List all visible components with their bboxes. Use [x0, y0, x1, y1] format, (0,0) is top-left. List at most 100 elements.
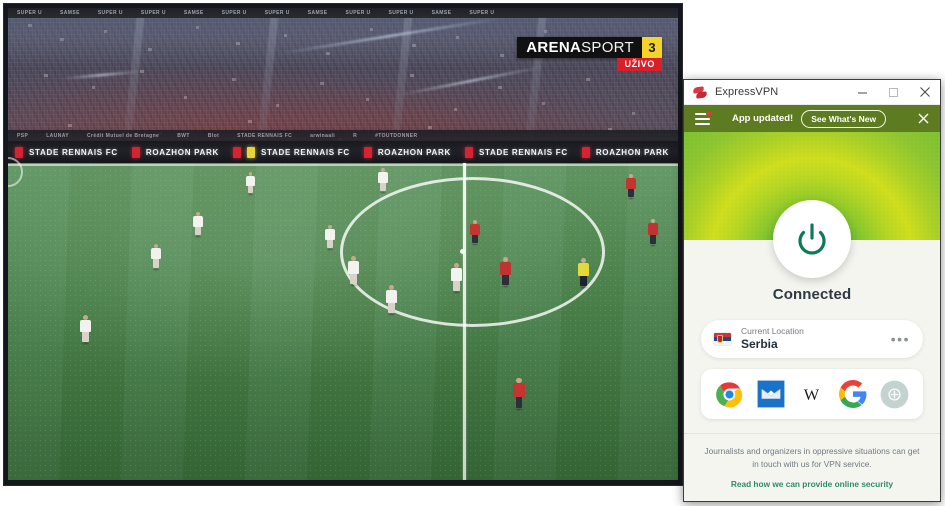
vpn-main-content: Connected Current Location Serbia ••• W …	[684, 200, 940, 501]
led-marker	[581, 146, 590, 158]
vpn-footer: Journalists and organizers in oppressive…	[684, 433, 940, 501]
secondary-ad-item: #TOUTDONNER	[375, 132, 418, 139]
led-segment: STADE RENNAIS FC	[226, 146, 357, 158]
secondary-ad-item: Crédit Mutuel de Bretagne	[87, 132, 160, 139]
center-circle	[340, 177, 605, 327]
upper-ad-item: SUPER U	[221, 10, 247, 16]
maximize-icon[interactable]	[878, 80, 909, 104]
expressvpn-window[interactable]: ExpressVPN App updated! See What's New C…	[683, 79, 941, 502]
shortcut-add[interactable]	[879, 379, 910, 410]
window-controls[interactable]	[847, 80, 940, 104]
upper-ad-item: SUPER U	[140, 10, 166, 16]
google-icon	[839, 380, 867, 408]
secondary-ad-item: R	[353, 132, 358, 139]
upper-ad-item: SUPER U	[388, 10, 414, 16]
upper-ad-item: SUPER U	[17, 10, 43, 16]
power-icon	[798, 223, 826, 255]
upper-ad-item: SUPER U	[345, 10, 371, 16]
location-name: Serbia	[741, 336, 778, 351]
led-marker	[246, 146, 255, 158]
led-marker	[15, 146, 23, 158]
football-pitch	[8, 157, 678, 480]
player-white	[451, 263, 462, 294]
led-marker	[232, 146, 241, 158]
upper-ad-item: SUPER U	[469, 10, 495, 16]
led-text: STADE RENNAIS FC	[260, 147, 350, 157]
serbia-flag-icon	[714, 333, 731, 345]
shortcut-wikipedia[interactable]: W	[796, 379, 827, 410]
player-white	[378, 168, 388, 194]
video-player[interactable]: SUPER U SAMSE SUPER U SUPER U SAMSE SUPE…	[4, 4, 682, 485]
pitch-sideline	[8, 164, 678, 166]
led-perimeter-board: STADE RENNAIS FC ROAZHON PARK STADE RENN…	[8, 141, 678, 163]
update-banner: App updated! See What's New	[684, 105, 940, 132]
wikipedia-icon: W	[804, 384, 820, 403]
player-red	[500, 257, 511, 288]
chrome-icon	[716, 381, 743, 408]
referee	[578, 258, 589, 289]
window-title: ExpressVPN	[715, 86, 779, 98]
upper-ad-item: SAMSE	[431, 10, 452, 16]
sport-text: SPORT	[581, 39, 634, 56]
close-icon[interactable]	[909, 80, 940, 104]
current-location-card[interactable]: Current Location Serbia •••	[701, 320, 923, 358]
center-spot	[460, 249, 465, 254]
player-red	[626, 174, 636, 200]
led-marker	[131, 146, 140, 158]
player-white	[246, 172, 255, 196]
video-surface[interactable]: SUPER U SAMSE SUPER U SUPER U SAMSE SUPE…	[8, 8, 678, 480]
led-segment: ROAZHON PARK	[575, 146, 676, 158]
player-white	[325, 225, 335, 251]
upper-ad-item: SUPER U	[264, 10, 290, 16]
see-whats-new-button[interactable]: See What's New	[801, 109, 887, 128]
player-red	[470, 220, 480, 246]
led-segment: STADE RENNAIS FC	[8, 146, 125, 158]
led-text: ROAZHON PARK	[377, 147, 451, 157]
led-text: ROAZHON PARK	[145, 147, 219, 157]
connection-status: Connected	[772, 286, 852, 303]
player-white	[386, 285, 397, 316]
svg-text:W: W	[804, 384, 820, 403]
location-texts: Current Location Serbia	[741, 326, 804, 352]
led-segment: ROAZHON PARK	[125, 146, 226, 158]
led-marker	[363, 146, 372, 158]
channel-number: 3	[642, 37, 662, 58]
shortcut-mail[interactable]	[755, 379, 786, 410]
screenshot-root: SUPER U SAMSE SUPER U SUPER U SAMSE SUPE…	[0, 0, 945, 506]
led-text: STADE RENNAIS FC	[29, 147, 118, 157]
shortcut-google[interactable]	[838, 379, 869, 410]
location-options-icon[interactable]: •••	[891, 332, 910, 346]
banner-close-icon[interactable]	[917, 112, 930, 125]
window-titlebar[interactable]: ExpressVPN	[684, 80, 940, 105]
led-segment: ROAZHON PARK	[357, 146, 458, 158]
upper-ad-item: SAMSE	[183, 10, 204, 16]
player-white	[193, 212, 203, 238]
add-icon	[880, 380, 909, 408]
upper-ad-item: SUPER U	[97, 10, 123, 16]
location-label: Current Location	[741, 326, 804, 337]
led-text: STADE RENNAIS FC	[478, 147, 568, 157]
upper-ad-item: SAMSE	[60, 10, 80, 16]
player-red	[648, 219, 658, 247]
minimize-icon[interactable]	[847, 80, 878, 104]
arena-text: ARENA	[526, 39, 582, 56]
expressvpn-logo-icon	[692, 85, 708, 99]
banner-message: App updated!	[732, 113, 794, 124]
arena-sport-bar: ARENA SPORT 3	[517, 37, 662, 58]
mail-icon	[757, 380, 785, 408]
arena-sport-wordmark: ARENA SPORT	[517, 37, 642, 58]
led-marker	[464, 146, 473, 158]
footer-link[interactable]: Read how we can provide online security	[702, 479, 922, 489]
shortcut-chrome[interactable]	[714, 379, 745, 410]
hamburger-menu-icon[interactable]	[695, 109, 713, 125]
live-badge: UŽIVO	[617, 58, 662, 71]
led-text: ROAZHON PARK	[595, 147, 669, 157]
broadcaster-logo: ARENA SPORT 3 UŽIVO	[517, 37, 662, 71]
secondary-ad-item: STADE RENNAIS FC	[237, 132, 293, 139]
secondary-ad-item: Blot	[207, 132, 220, 139]
player-white	[348, 256, 359, 287]
power-button[interactable]	[773, 200, 851, 278]
secondary-ad-item: PSP	[17, 132, 29, 139]
shortcuts-bar: W	[701, 369, 923, 419]
secondary-ad-strip: PSP LAUNAY Crédit Mutuel de Bretagne BWT…	[8, 130, 678, 141]
